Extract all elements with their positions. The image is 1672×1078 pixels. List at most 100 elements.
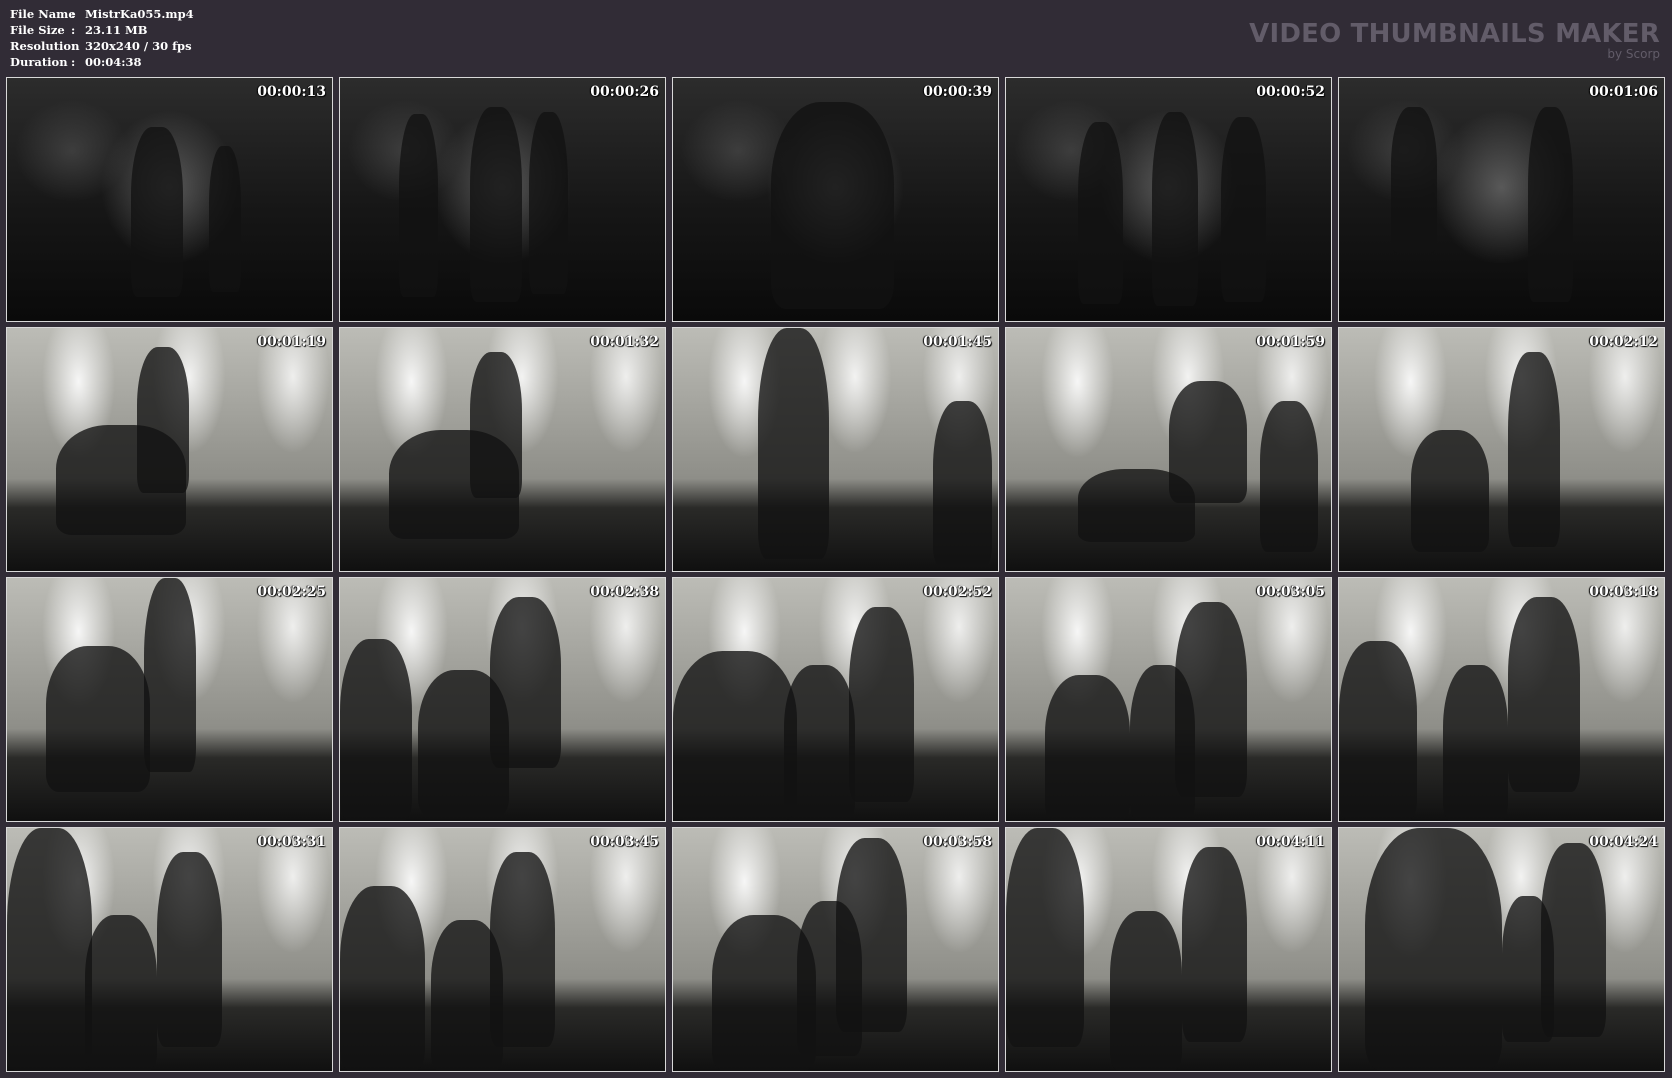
thumbnail-frame: 00:01:19: [6, 327, 333, 572]
person-silhouette: [1508, 597, 1580, 792]
person-silhouette: [137, 347, 189, 494]
thumbnail-timestamp: 00:02:38: [590, 584, 659, 600]
video-frame-image: [340, 78, 665, 321]
video-frame-image: [7, 328, 332, 571]
video-frame-image: [673, 578, 998, 821]
thumbnail-timestamp: 00:03:05: [1256, 584, 1325, 600]
file-name-label: File Name: [10, 7, 76, 21]
file-name-row: File Name : MistrKa055.mp4: [10, 6, 194, 22]
person-silhouette: [85, 915, 157, 1071]
brand-subtitle: by Scorp: [1607, 47, 1660, 61]
duration-value: 00:04:38: [85, 55, 142, 69]
person-silhouette: [489, 597, 561, 768]
thumbnail-frame: 00:01:06: [1338, 77, 1665, 322]
thumbnail-frame: 00:00:52: [1005, 77, 1332, 322]
separator: :: [71, 23, 76, 37]
brand-title: VIDEO THUMBNAILS MAKER: [1249, 19, 1660, 49]
video-frame-image: [1006, 828, 1331, 1071]
person-silhouette: [1175, 602, 1247, 797]
person-silhouette: [1508, 352, 1560, 547]
thumbnail-timestamp: 00:02:25: [257, 584, 326, 600]
video-frame-image: [340, 578, 665, 821]
person-silhouette: [489, 852, 555, 1047]
person-silhouette: [835, 837, 907, 1033]
thumbnail-frame: 00:01:45: [672, 327, 999, 572]
thumbnail-timestamp: 00:01:32: [590, 334, 659, 350]
thumbnail-frame: 00:00:13: [6, 77, 333, 322]
thumbnail-frame: 00:03:31: [6, 827, 333, 1072]
person-silhouette: [470, 107, 522, 302]
person-silhouette: [130, 126, 183, 297]
person-silhouette: [1540, 842, 1606, 1037]
video-frame-image: [673, 328, 998, 571]
person-silhouette: [1152, 112, 1198, 307]
person-silhouette: [933, 400, 992, 567]
thumbnail-timestamp: 00:01:06: [1589, 84, 1658, 100]
thumbnail-timestamp: 00:03:31: [257, 834, 326, 850]
duration-label: Duration: [10, 55, 68, 69]
person-silhouette: [848, 607, 914, 802]
person-silhouette: [1365, 828, 1502, 1071]
thumbnail-timestamp: 00:01:19: [257, 334, 326, 350]
person-silhouette: [1110, 910, 1182, 1071]
duration-row: Duration : 00:04:38: [10, 54, 194, 70]
thumbnail-timestamp: 00:03:58: [923, 834, 992, 850]
person-silhouette: [1259, 400, 1318, 552]
thumbnail-frame: 00:03:18: [1338, 577, 1665, 822]
video-frame-image: [1339, 578, 1664, 821]
video-frame-image: [340, 328, 665, 571]
person-silhouette: [1077, 121, 1123, 304]
person-silhouette: [1045, 675, 1130, 821]
thumbnail-timestamp: 00:02:52: [923, 584, 992, 600]
thumbnail-frame: 00:04:11: [1005, 827, 1332, 1072]
person-silhouette: [1410, 430, 1489, 552]
person-silhouette: [470, 352, 522, 499]
thumbnail-frame: 00:04:24: [1338, 827, 1665, 1072]
video-frame-image: [1006, 578, 1331, 821]
thumbnail-frame: 00:02:38: [339, 577, 666, 822]
thumbnail-timestamp: 00:01:59: [1256, 334, 1325, 350]
thumbnail-frame: 00:00:39: [672, 77, 999, 322]
video-frame-image: [1006, 78, 1331, 321]
resolution-value: 320x240 / 30 fps: [85, 39, 192, 53]
person-silhouette: [156, 852, 222, 1047]
person-silhouette: [1006, 828, 1084, 1047]
video-frame-image: [1006, 328, 1331, 571]
video-frame-image: [340, 828, 665, 1071]
video-frame-image: [1339, 828, 1664, 1071]
video-frame-image: [7, 78, 332, 321]
person-silhouette: [673, 650, 797, 821]
video-frame-image: [673, 828, 998, 1071]
brand-watermark: VIDEO THUMBNAILS MAKER by Scorp: [1249, 20, 1660, 61]
separator: :: [71, 39, 76, 53]
thumbnail-frame: 00:00:26: [339, 77, 666, 322]
person-silhouette: [1443, 665, 1508, 821]
thumbnail-timestamp: 00:03:18: [1589, 584, 1658, 600]
thumbnail-timestamp: 00:03:45: [590, 834, 659, 850]
person-silhouette: [143, 578, 196, 773]
resolution-label: Resolution: [10, 39, 80, 53]
thumbnail-frame: 00:02:25: [6, 577, 333, 822]
video-frame-image: [673, 78, 998, 321]
thumbnail-frame: 00:02:12: [1338, 327, 1665, 572]
thumbnail-frame: 00:03:05: [1005, 577, 1332, 822]
thumbnail-timestamp: 00:01:45: [923, 334, 992, 350]
video-frame-image: [7, 578, 332, 821]
person-silhouette: [1168, 381, 1247, 503]
person-silhouette: [340, 886, 425, 1071]
person-silhouette: [783, 665, 855, 821]
person-silhouette: [46, 646, 150, 792]
person-silhouette: [208, 146, 241, 292]
video-frame-image: [7, 828, 332, 1071]
thumbnail-timestamp: 00:00:13: [257, 84, 326, 100]
video-frame-image: [1339, 78, 1664, 321]
file-size-label: File Size: [10, 23, 65, 37]
thumbnail-timestamp: 00:02:12: [1589, 334, 1658, 350]
person-silhouette: [1391, 107, 1437, 253]
file-name-value: MistrKa055.mp4: [85, 7, 194, 21]
resolution-row: Resolution : 320x240 / 30 fps: [10, 38, 194, 54]
file-size-row: File Size : 23.11 MB: [10, 22, 194, 38]
person-silhouette: [1339, 641, 1417, 821]
person-silhouette: [398, 114, 438, 297]
person-silhouette: [1220, 116, 1266, 302]
